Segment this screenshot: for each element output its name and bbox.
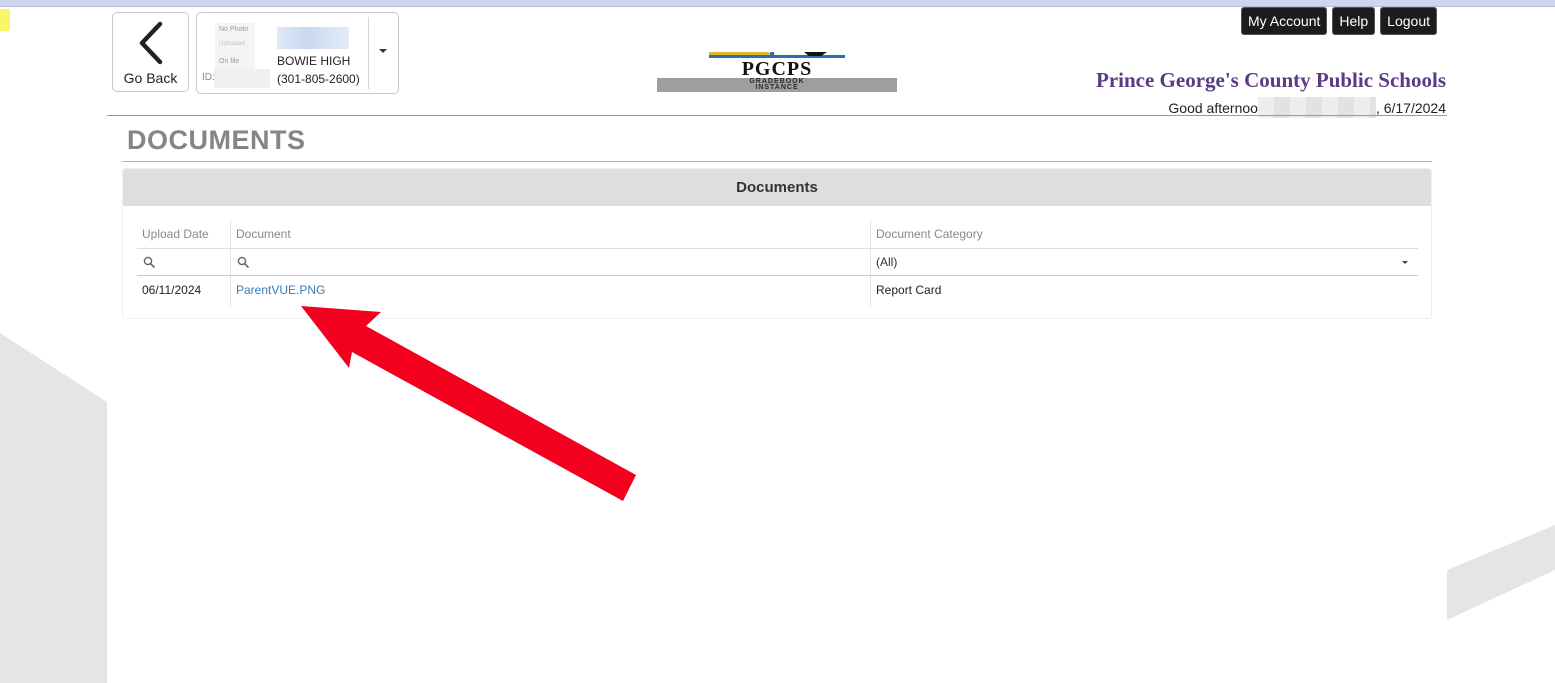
student-school: BOWIE HIGH xyxy=(277,54,351,68)
browser-top-strip xyxy=(0,0,1555,7)
logo-band-text: GRADEBOOK INSTANCE xyxy=(657,78,897,91)
document-link[interactable]: ParentVUE.PNG xyxy=(236,283,325,297)
card-divider xyxy=(368,17,369,89)
filter-document-category-select[interactable]: (All) xyxy=(871,249,1418,275)
grid-filter-row: (All) xyxy=(137,249,1418,276)
column-header-upload-date[interactable]: Upload Date xyxy=(137,220,231,248)
search-icon xyxy=(237,256,249,268)
category-filter-value: (All) xyxy=(876,255,898,269)
photo-text-line-3: On file xyxy=(219,58,240,65)
logout-button[interactable]: Logout xyxy=(1380,7,1437,35)
student-selector[interactable]: No Photo Uploaded On file ID: BOWIE HIGH… xyxy=(196,12,399,94)
district-name: Prince George's County Public Schools xyxy=(1096,68,1446,92)
photo-text-line-2: Uploaded xyxy=(219,41,245,47)
red-arrow-annotation xyxy=(301,306,636,501)
documents-grid: Upload Date Document Document Category (… xyxy=(137,220,1418,306)
student-photo-placeholder: No Photo Uploaded On file xyxy=(215,23,255,73)
cell-upload-date: 06/11/2024 xyxy=(137,276,231,306)
grid-header-row: Upload Date Document Document Category xyxy=(137,220,1418,249)
background-shape-left xyxy=(0,333,107,683)
student-name-redacted xyxy=(277,27,349,49)
greeting-date: , 6/17/2024 xyxy=(1375,100,1446,116)
page-title: DOCUMENTS xyxy=(127,125,306,155)
go-back-label: Go Back xyxy=(123,70,178,86)
chevron-left-icon xyxy=(139,21,162,65)
caret-down-icon xyxy=(1402,261,1408,264)
student-id-label: ID: xyxy=(202,72,215,83)
title-divider xyxy=(122,161,1432,162)
account-toolbar: My Account Help Logout xyxy=(1241,7,1437,35)
cell-document-category: Report Card xyxy=(876,283,942,297)
filter-upload-date[interactable] xyxy=(137,249,231,275)
my-account-button[interactable]: My Account xyxy=(1241,7,1328,35)
go-back-button[interactable]: Go Back xyxy=(112,12,189,92)
school-phone: (301-805-2600) xyxy=(277,72,360,86)
caret-down-icon[interactable] xyxy=(379,49,387,53)
photo-text-line-1: No Photo xyxy=(219,26,249,33)
column-header-document-category[interactable]: Document Category xyxy=(871,220,1418,248)
pgcps-logo: PGCPS GRADEBOOK INSTANCE xyxy=(657,44,897,92)
help-button[interactable]: Help xyxy=(1332,7,1376,35)
filter-document[interactable] xyxy=(231,249,871,275)
background-shape-right xyxy=(1447,525,1555,620)
header-divider xyxy=(107,115,1447,116)
greeting-prefix: Good afternoo xyxy=(1168,100,1258,116)
logo-line-2: INSTANCE xyxy=(755,84,799,91)
panel-title: Documents xyxy=(123,169,1431,206)
column-header-document[interactable]: Document xyxy=(231,220,871,248)
search-icon xyxy=(143,256,155,268)
documents-panel: Documents Upload Date Document Document … xyxy=(122,168,1432,319)
student-id-redacted xyxy=(214,69,270,88)
